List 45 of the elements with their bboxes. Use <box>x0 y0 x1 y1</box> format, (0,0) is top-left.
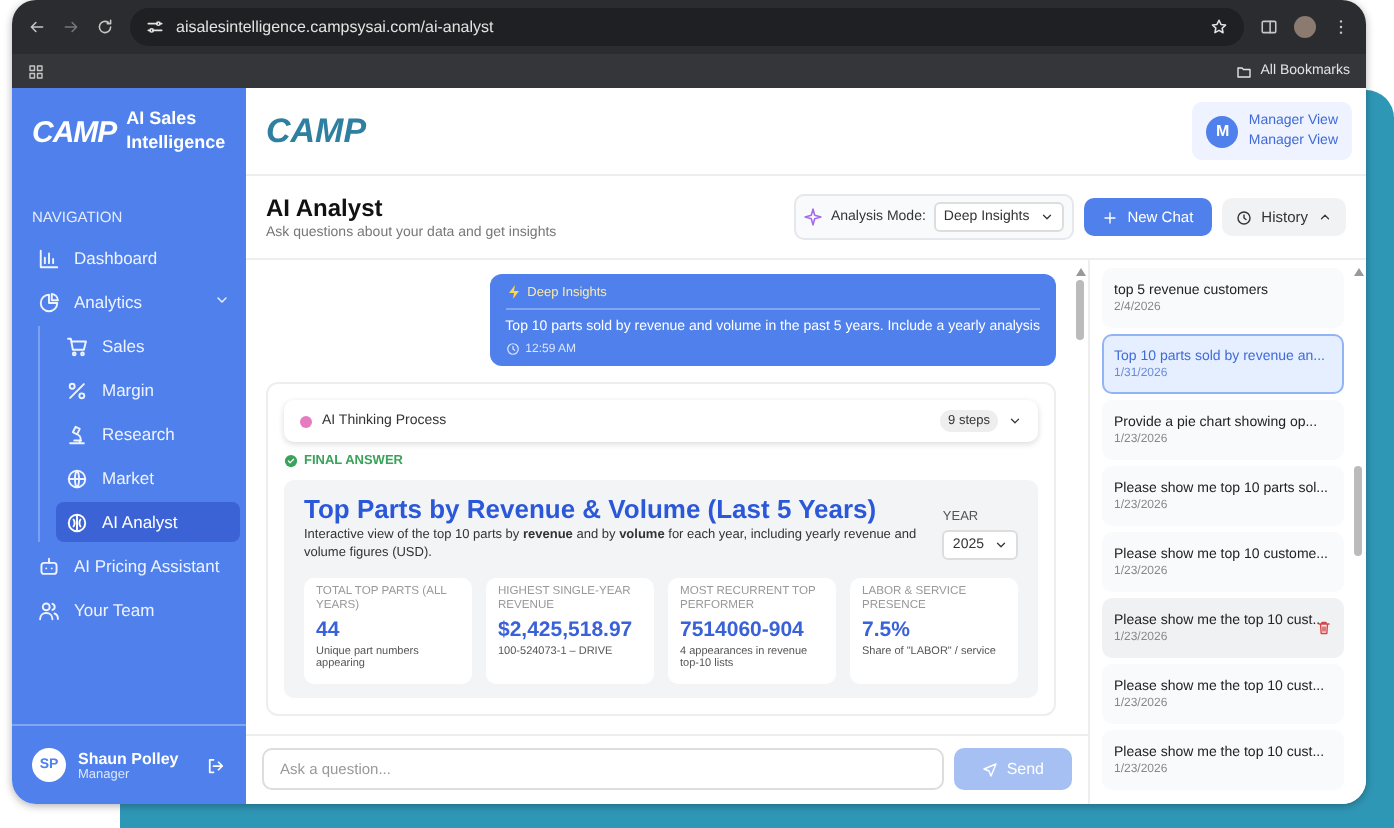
chevron-icon <box>1008 414 1022 429</box>
clock-icon <box>505 342 520 357</box>
apps-grid-icon <box>28 63 44 79</box>
kpi-value: 7.5% <box>862 617 912 642</box>
lightning-icon <box>505 284 522 300</box>
kpi-value: $2,425,518.97 <box>498 617 635 642</box>
profile-avatar[interactable] <box>1294 16 1316 38</box>
chevron-icon <box>994 538 1008 553</box>
extension-icon <box>1260 18 1278 36</box>
robot-icon <box>38 555 60 577</box>
report-title: Top Parts by Revenue & Volume (Last 5 Years) <box>304 494 879 525</box>
chevron-icon <box>1039 210 1054 224</box>
plus-icon <box>1101 209 1118 225</box>
logout-button[interactable] <box>206 755 226 775</box>
logout-icon <box>206 755 226 775</box>
address-bar[interactable]: aisalesintelligence.campsysai.com/ai-analyst <box>130 8 1244 46</box>
user-name: Shaun Polley <box>78 749 181 767</box>
send-icon <box>982 761 999 777</box>
globe-icon <box>66 467 88 489</box>
back-arrow-icon <box>28 18 46 36</box>
kpi-value: 7514060-904 <box>680 617 806 642</box>
chevron-icon <box>1318 210 1332 224</box>
chevron-icon <box>214 292 230 308</box>
people-icon <box>38 599 60 621</box>
logo: CAMP <box>32 115 117 149</box>
star-icon <box>1210 18 1228 36</box>
sparkle-icon <box>804 208 823 226</box>
nav-item[interactable]: AI Analyst <box>56 502 240 542</box>
app-title: AI Sales Intelligence <box>126 108 228 156</box>
cart-icon <box>66 335 88 357</box>
scroll-up-icon[interactable] <box>1075 268 1085 276</box>
kpi-value: 44 <box>316 617 342 642</box>
bar-chart-icon <box>38 247 60 269</box>
logo: CAMP <box>266 111 367 151</box>
check-circle-icon <box>284 454 298 469</box>
percent-icon <box>66 379 88 401</box>
reload-icon <box>96 18 114 36</box>
pie-chart-icon <box>38 291 60 313</box>
forward-arrow-icon <box>62 18 80 36</box>
site-settings-icon <box>146 18 164 36</box>
folder-icon <box>1236 63 1253 79</box>
clock-icon <box>1235 209 1252 225</box>
scroll-up-icon[interactable] <box>1353 268 1363 276</box>
page-title: AI Analyst <box>266 194 385 222</box>
microscope-icon <box>66 423 88 445</box>
